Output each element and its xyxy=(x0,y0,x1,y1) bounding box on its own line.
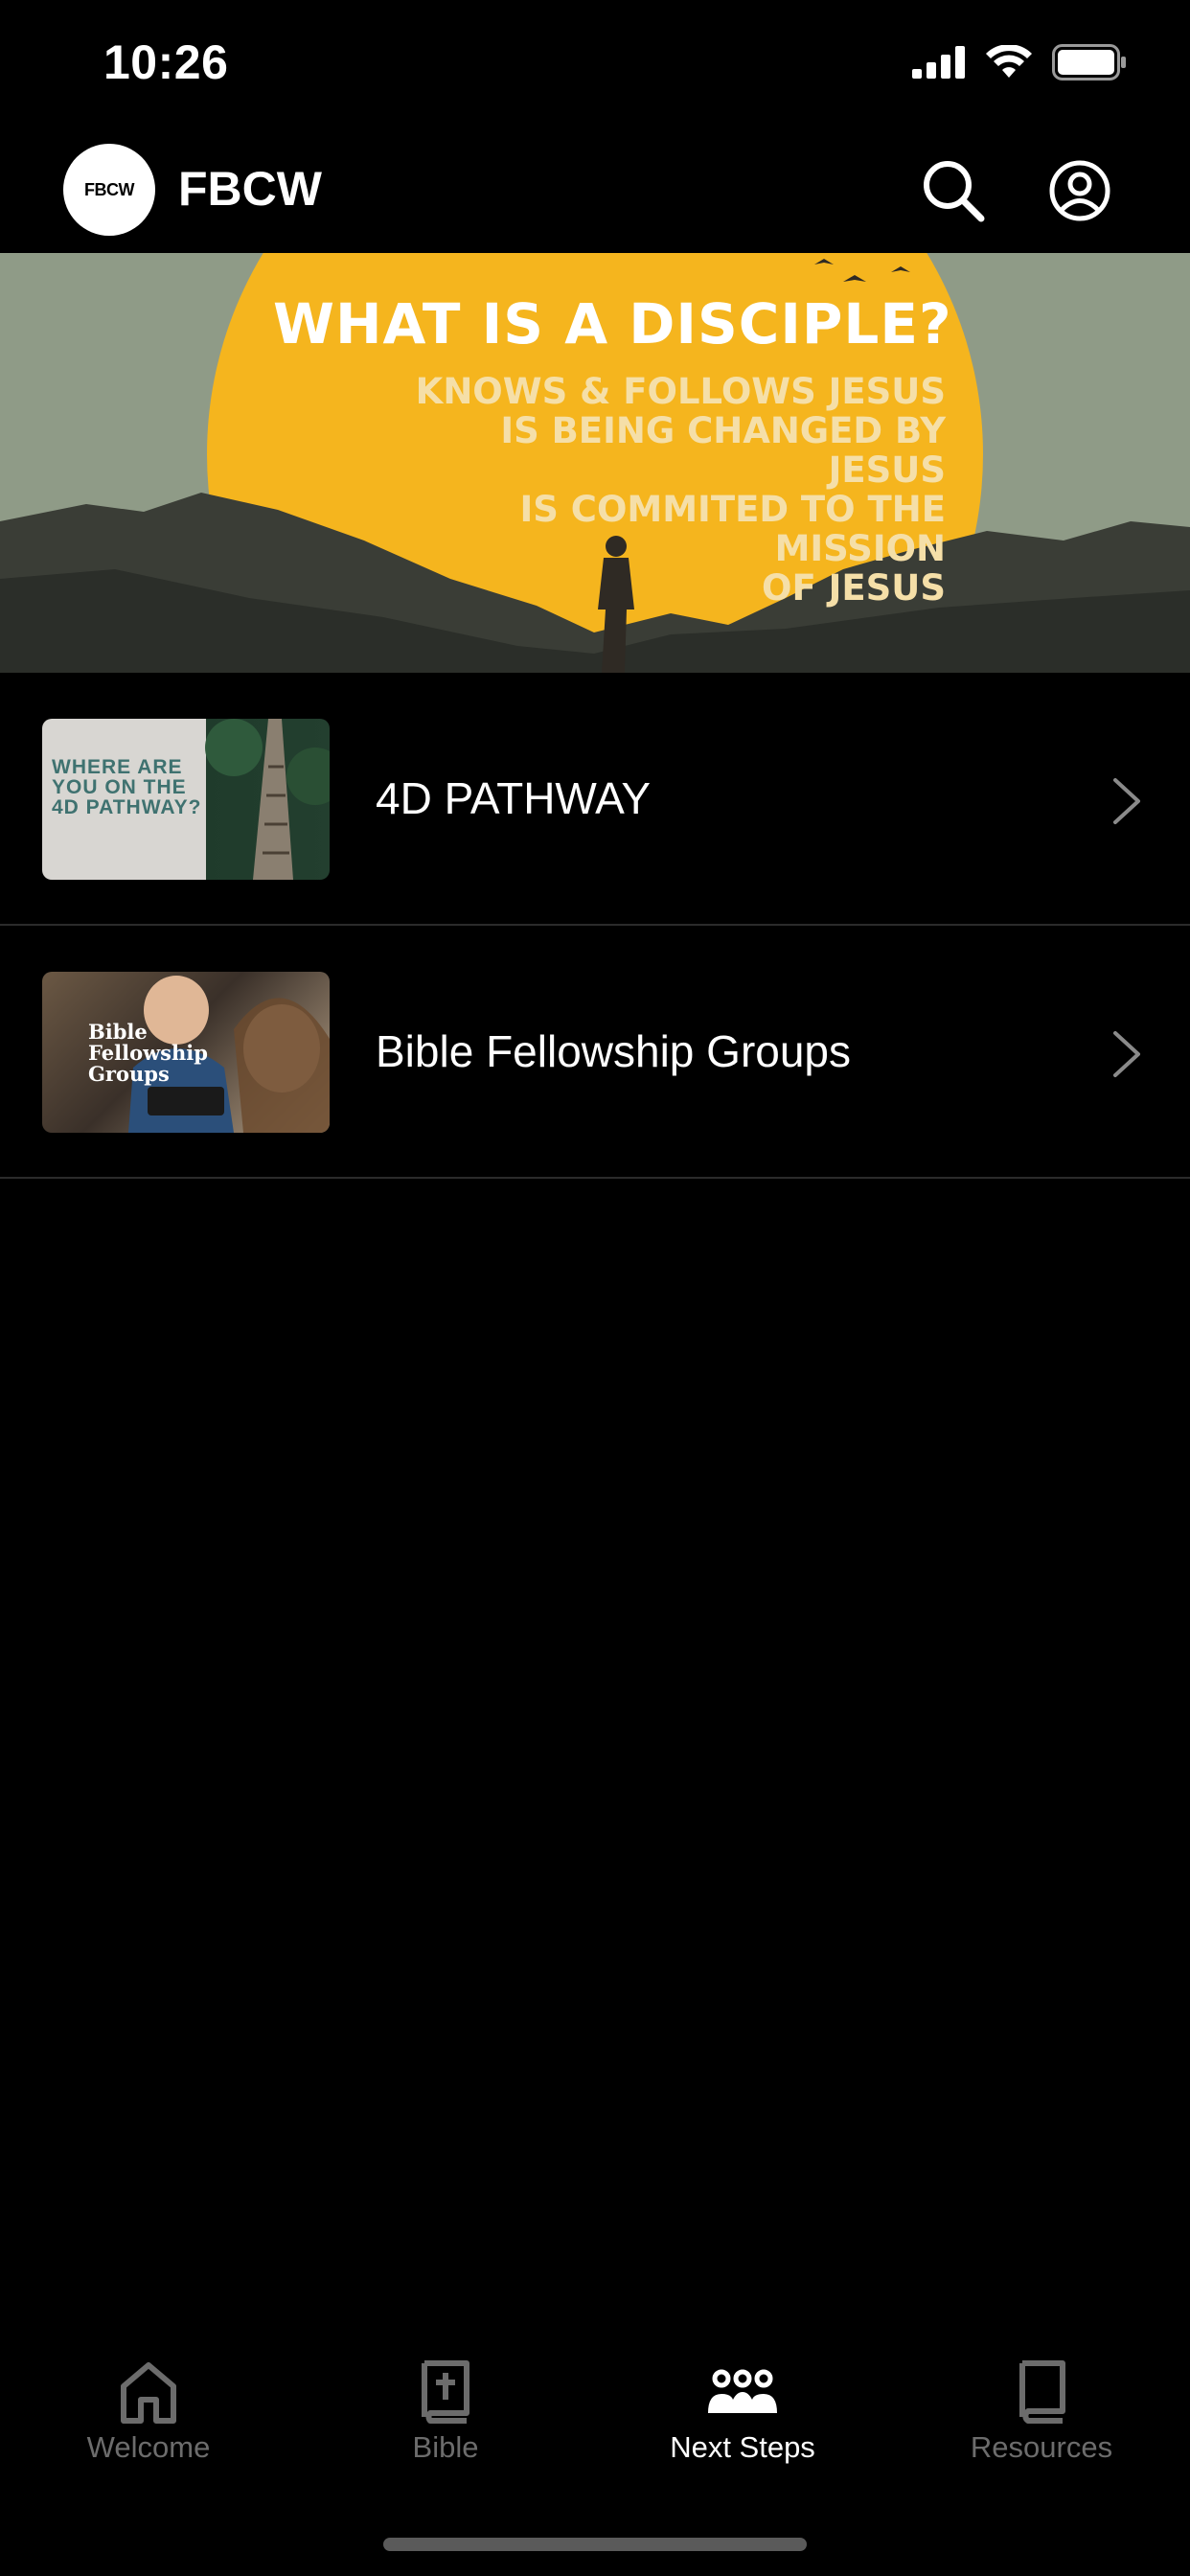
hero-line: IS COMMITED TO THE xyxy=(519,489,946,530)
profile-button[interactable] xyxy=(1044,155,1115,226)
chevron-right-icon xyxy=(1113,1031,1140,1077)
list-item-label: 4D PATHWAY xyxy=(376,773,652,823)
list-item-bible-fellowship-groups[interactable]: Bible Fellowship Groups Bible Fellowship… xyxy=(0,926,1190,1179)
status-time: 10:26 xyxy=(103,35,229,89)
search-button[interactable] xyxy=(918,155,989,226)
hero-title: WHAT IS A DISCIPLE? xyxy=(273,291,952,356)
cellular-signal-icon xyxy=(912,46,965,79)
tab-label: Welcome xyxy=(86,2430,211,2464)
hero-line: IS BEING CHANGED BY xyxy=(500,410,946,451)
tab-label: Resources xyxy=(970,2430,1113,2464)
4d-pathway-thumbnail: WHERE ARE YOU ON THE 4D PATHWAY? xyxy=(42,719,330,880)
hero-banner[interactable]: WHAT IS A DISCIPLE? KNOWS & FOLLOWS JESU… xyxy=(0,253,1190,673)
hero-line: KNOWS & FOLLOWS JESUS xyxy=(415,371,946,412)
hero-line: MISSION xyxy=(774,528,946,569)
home-indicator[interactable] xyxy=(383,2538,807,2551)
list-item-4d-pathway[interactable]: WHERE ARE YOU ON THE 4D PATHWAY? 4D PATH… xyxy=(0,673,1190,926)
book-icon xyxy=(1019,2360,1065,2424)
wifi-icon xyxy=(986,45,1032,78)
bible-fellowship-thumbnail: Bible Fellowship Groups xyxy=(42,972,330,1133)
people-icon xyxy=(708,2369,777,2413)
status-icons xyxy=(912,44,1127,80)
tab-next-steps[interactable]: Next Steps xyxy=(594,2336,891,2480)
next-steps-list: WHERE ARE YOU ON THE 4D PATHWAY? 4D PATH… xyxy=(0,673,1190,1179)
tab-label: Next Steps xyxy=(670,2430,815,2464)
bible-icon xyxy=(422,2360,469,2424)
hero-line: OF JESUS xyxy=(762,567,946,609)
thumbnail-caption: WHERE ARE YOU ON THE 4D PATHWAY? xyxy=(52,756,202,818)
hero-tagline: KNOWS & FOLLOWS JESUS IS BEING CHANGED B… xyxy=(371,372,946,608)
tab-bible[interactable]: Bible xyxy=(297,2336,594,2480)
status-bar: 10:26 xyxy=(0,0,1190,134)
app-header: FBCW FBCW xyxy=(0,134,1190,253)
tab-label: Bible xyxy=(412,2430,479,2464)
tab-welcome[interactable]: Welcome xyxy=(0,2336,297,2480)
chevron-right-icon xyxy=(1113,778,1140,824)
tab-resources[interactable]: Resources xyxy=(893,2336,1190,2480)
battery-icon xyxy=(1052,44,1126,80)
user-circle-icon xyxy=(1049,160,1110,221)
thumbnail-caption: Bible Fellowship Groups xyxy=(88,1020,208,1086)
list-item-label: Bible Fellowship Groups xyxy=(376,1026,852,1076)
app-title: FBCW xyxy=(178,162,322,216)
home-icon xyxy=(121,2362,176,2424)
search-icon xyxy=(924,161,985,222)
hero-line: JESUS xyxy=(828,449,946,491)
app-logo: FBCW xyxy=(63,144,155,236)
